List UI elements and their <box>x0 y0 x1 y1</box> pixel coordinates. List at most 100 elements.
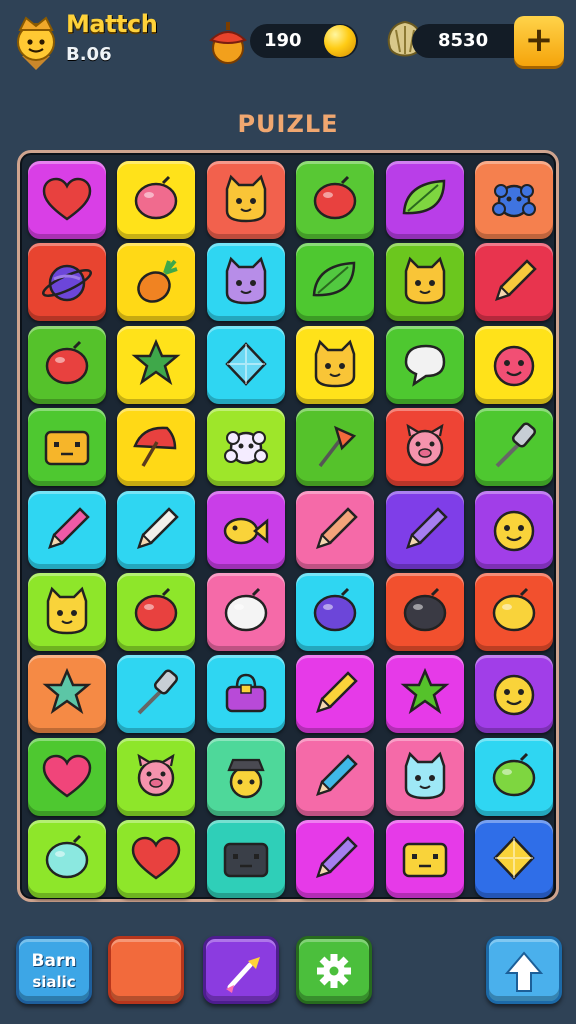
tile-planet[interactable] <box>28 243 106 322</box>
tile-blob[interactable] <box>28 325 106 404</box>
tile-hat[interactable] <box>206 737 285 816</box>
tile-pencil[interactable] <box>296 655 375 734</box>
tile-blob[interactable] <box>296 161 375 239</box>
umbrella-icon <box>133 426 177 468</box>
pencil-icon <box>316 836 358 879</box>
score-button[interactable]: Barn sialic <box>16 936 92 1004</box>
tile-blob[interactable] <box>117 161 196 239</box>
blob-icon <box>45 835 89 879</box>
bubble-icon <box>404 344 445 387</box>
pencil-icon <box>316 754 358 796</box>
tile-cat[interactable] <box>206 161 285 239</box>
gem-count: 8530 <box>438 30 489 51</box>
tile-pencil[interactable] <box>296 820 375 899</box>
tile-puff[interactable] <box>475 161 553 239</box>
tile-tool[interactable] <box>117 655 196 734</box>
gear-icon <box>317 954 351 988</box>
tile-blob[interactable] <box>117 573 196 651</box>
paint-button[interactable] <box>203 936 279 1004</box>
tile-bag[interactable] <box>206 655 285 734</box>
puff-icon <box>223 431 268 465</box>
tile-star[interactable] <box>385 655 464 734</box>
tile-carrot[interactable] <box>117 243 196 322</box>
tile-box[interactable] <box>385 820 464 899</box>
flag-icon <box>318 425 357 468</box>
tool-icon <box>137 669 179 715</box>
tile-star[interactable] <box>28 655 106 734</box>
tile-leaf[interactable] <box>385 161 464 239</box>
tile-heart[interactable] <box>28 161 106 239</box>
tile-pencil[interactable] <box>296 737 375 816</box>
tile-pig[interactable] <box>117 737 196 816</box>
blob-icon <box>403 587 446 632</box>
tile-puff[interactable] <box>206 408 285 487</box>
box-icon <box>44 430 90 466</box>
tile-pencil[interactable] <box>475 243 553 322</box>
tile-cat[interactable] <box>28 573 106 651</box>
blob-icon <box>492 752 536 797</box>
pig-icon <box>137 753 175 797</box>
board-label: PUIZLE <box>237 110 339 138</box>
tile-blob[interactable] <box>206 573 285 651</box>
tool-icon <box>495 422 537 468</box>
tile-gem[interactable] <box>475 820 553 899</box>
tile-blob[interactable] <box>475 573 553 651</box>
tile-flag[interactable] <box>296 408 375 487</box>
tile-pencil[interactable] <box>296 490 375 569</box>
tile-tool[interactable] <box>475 408 553 487</box>
pencil-icon <box>316 671 358 714</box>
tile-cat[interactable] <box>385 243 464 322</box>
tile-gem[interactable] <box>206 325 285 404</box>
tile-pencil[interactable] <box>28 490 106 569</box>
blob-icon <box>224 587 268 632</box>
tile-blob[interactable] <box>296 573 375 651</box>
leaf-icon <box>312 262 356 297</box>
blob-icon <box>313 587 357 632</box>
gem-counter: 8530 <box>412 24 530 58</box>
red-button[interactable] <box>108 936 184 1004</box>
tile-blob[interactable] <box>385 573 464 651</box>
tile-leaf[interactable] <box>296 243 375 322</box>
tile-pencil[interactable] <box>385 490 464 569</box>
blob-icon <box>492 587 536 632</box>
tile-bubble[interactable] <box>385 325 464 404</box>
tile-fish[interactable] <box>206 490 285 569</box>
tile-blob[interactable] <box>475 737 553 816</box>
tile-heart[interactable] <box>28 737 106 816</box>
pig-icon <box>406 423 444 467</box>
crowned-emoji-icon[interactable] <box>12 12 60 72</box>
acorn-icon <box>209 22 247 64</box>
hat-icon <box>227 758 265 799</box>
tile-face[interactable] <box>475 655 553 734</box>
gem-icon <box>493 836 535 881</box>
add-currency-button[interactable]: + <box>514 16 564 66</box>
tile-box[interactable] <box>206 820 285 899</box>
tile-face[interactable] <box>475 490 553 569</box>
tile-heart[interactable] <box>117 820 196 899</box>
blob-icon <box>45 340 89 385</box>
blob-icon <box>135 587 178 632</box>
heart-icon <box>42 177 92 221</box>
level-label: B.06 <box>66 44 112 65</box>
star-icon <box>131 338 181 385</box>
gem-icon <box>225 341 267 386</box>
tile-pencil[interactable] <box>117 490 196 569</box>
pencil-icon <box>48 506 90 549</box>
puzzle-board <box>17 150 559 902</box>
tile-cat[interactable] <box>385 737 464 816</box>
tile-cat[interactable] <box>296 325 375 404</box>
fish-icon <box>223 517 269 544</box>
pencil-icon <box>495 259 537 302</box>
tile-blob[interactable] <box>28 820 106 899</box>
tile-pig[interactable] <box>385 408 464 487</box>
tile-box[interactable] <box>28 408 106 487</box>
tile-star[interactable] <box>117 325 196 404</box>
up-arrow-button[interactable] <box>486 936 562 1004</box>
tile-face[interactable] <box>475 325 553 404</box>
tile-cat[interactable] <box>206 243 285 322</box>
tile-umbrella[interactable] <box>117 408 196 487</box>
face-icon <box>493 510 535 551</box>
settings-button[interactable] <box>296 936 372 1004</box>
cat-icon <box>404 751 445 800</box>
planet-icon <box>42 265 92 302</box>
